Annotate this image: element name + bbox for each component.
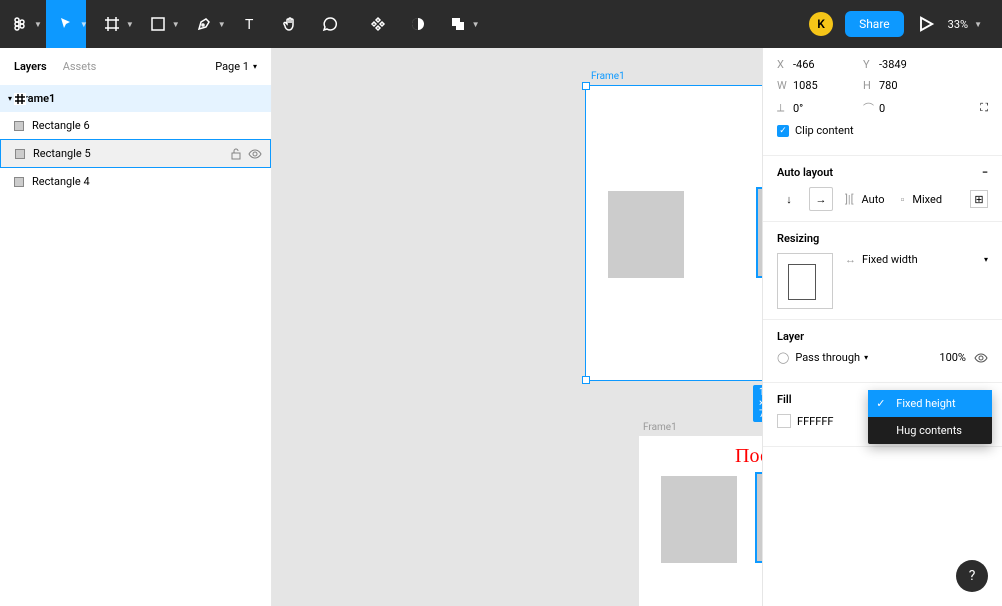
hand-tool-button[interactable] xyxy=(270,0,310,48)
al-auto-label[interactable]: Auto xyxy=(862,193,885,206)
layer-name: Rectangle 5 xyxy=(33,147,91,160)
h-input[interactable]: 780 xyxy=(879,79,949,92)
height-resize-menu: ✓ Fixed height Hug contents xyxy=(868,390,992,444)
layer-row-rect4[interactable]: Rectangle 4 xyxy=(0,168,271,195)
after-annotation: После xyxy=(735,445,762,468)
zoom-level[interactable]: 33% xyxy=(948,18,968,31)
chevron-down-icon: ▼ xyxy=(974,20,982,29)
w-input[interactable]: 1085 xyxy=(793,79,863,92)
resizing-title: Resizing xyxy=(777,232,819,245)
share-button[interactable]: Share xyxy=(845,11,904,37)
resize-handle[interactable] xyxy=(582,82,590,90)
left-panel: Layers Assets Page 1▾ ▾ Frame1 Rectangle… xyxy=(0,48,272,606)
rectangle-icon xyxy=(14,177,24,187)
al-vertical-button[interactable]: ↓ xyxy=(777,187,801,211)
rotation-icon: ⟂ xyxy=(777,101,793,115)
clip-label: Clip content xyxy=(795,124,854,137)
chevron-down-icon: ▼ xyxy=(80,20,88,29)
fill-swatch[interactable] xyxy=(777,414,791,428)
tab-layers[interactable]: Layers xyxy=(14,60,47,73)
padding-icon: ▫ xyxy=(900,193,904,206)
layer-row-rect6[interactable]: Rectangle 6 xyxy=(0,112,271,139)
frame-before[interactable] xyxy=(585,85,762,381)
chevron-down-icon: ▼ xyxy=(218,20,226,29)
canvas[interactable]: Frame1 До 1085 × 780 Hug contents Frame1… xyxy=(272,48,762,606)
mask-button[interactable] xyxy=(398,0,438,48)
svg-text:T: T xyxy=(245,17,254,32)
chevron-down-icon: ▼ xyxy=(34,20,42,29)
spacing-icon: ]|[ xyxy=(845,193,854,206)
components-button[interactable] xyxy=(358,0,398,48)
chevron-down-icon: ▼ xyxy=(126,20,134,29)
expand-icon[interactable]: ⛶ xyxy=(980,101,988,115)
layer-opacity-input[interactable]: 100% xyxy=(939,351,966,364)
frame-label[interactable]: Frame1 xyxy=(591,71,625,82)
rect-selected[interactable] xyxy=(755,472,762,563)
blend-icon: ◯ xyxy=(777,351,789,364)
radius-input[interactable]: 0 xyxy=(879,102,949,115)
al-horizontal-button[interactable]: → xyxy=(809,187,833,211)
menu-item-fixed-height[interactable]: ✓ Fixed height xyxy=(868,390,992,417)
chevron-down-icon: ▼ xyxy=(472,20,480,29)
chevron-down-icon: ▼ xyxy=(172,20,180,29)
resize-preview[interactable] xyxy=(777,253,833,309)
menu-item-hug-contents[interactable]: Hug contents xyxy=(868,417,992,444)
w-label: W xyxy=(777,79,793,92)
blend-mode-dropdown[interactable]: Pass through xyxy=(795,351,860,364)
frame-label[interactable]: Frame1 xyxy=(643,422,677,433)
h-label: H xyxy=(863,79,879,92)
x-input[interactable]: -466 xyxy=(793,58,863,71)
rectangle-icon xyxy=(15,149,25,159)
horizontal-icon: ↔ xyxy=(845,253,856,266)
clip-checkbox[interactable]: ✓ xyxy=(777,125,789,137)
present-button[interactable] xyxy=(916,14,936,34)
layer-title: Layer xyxy=(777,330,804,343)
layer-row-frame1[interactable]: ▾ Frame1 xyxy=(0,85,271,112)
layer-name: Rectangle 4 xyxy=(32,175,90,188)
y-input[interactable]: -3849 xyxy=(879,58,949,71)
check-icon: ✓ xyxy=(876,397,885,410)
page-selector[interactable]: Page 1▾ xyxy=(215,60,257,73)
fill-hex-input[interactable]: FFFFFF xyxy=(797,415,833,428)
rect[interactable] xyxy=(661,476,737,563)
layer-name: Rectangle 6 xyxy=(32,119,90,132)
frame-icon xyxy=(14,93,26,105)
dimension-label: 1085 × 780 xyxy=(753,385,762,422)
text-tool-button[interactable]: T xyxy=(230,0,270,48)
radius-icon: ⌒ xyxy=(863,100,879,116)
rect[interactable] xyxy=(608,191,684,278)
auto-layout-title: Auto layout xyxy=(777,166,833,179)
visibility-icon[interactable] xyxy=(974,352,988,364)
rect-selected[interactable] xyxy=(756,187,762,278)
help-button[interactable]: ? xyxy=(956,560,988,592)
x-label: X xyxy=(777,58,793,71)
resize-handle[interactable] xyxy=(582,376,590,384)
visibility-icon[interactable] xyxy=(248,148,262,160)
rotation-input[interactable]: 0° xyxy=(793,102,863,115)
tab-assets[interactable]: Assets xyxy=(63,60,97,73)
comment-tool-button[interactable] xyxy=(310,0,350,48)
rectangle-icon xyxy=(14,121,24,131)
avatar[interactable]: K xyxy=(809,12,833,36)
width-resize-dropdown[interactable]: ↔ Fixed width ▾ xyxy=(845,253,988,266)
remove-auto-layout-button[interactable]: − xyxy=(982,166,988,179)
right-panel: X -466 Y -3849 W 1085 H 780 ⟂ 0° ⌒ 0 ⛶ ✓… xyxy=(762,48,1002,606)
y-label: Y xyxy=(863,58,879,71)
lock-icon[interactable] xyxy=(230,148,242,160)
toolbar: ▼ ▼ ▼ ▼ ▼ T ▼ K Share 33% ▼ xyxy=(0,0,1002,48)
al-align-button[interactable]: ⊞ xyxy=(970,190,988,208)
fill-title: Fill xyxy=(777,393,792,406)
al-mixed-label[interactable]: Mixed xyxy=(912,193,942,206)
layer-row-rect5[interactable]: Rectangle 5 xyxy=(0,139,271,168)
